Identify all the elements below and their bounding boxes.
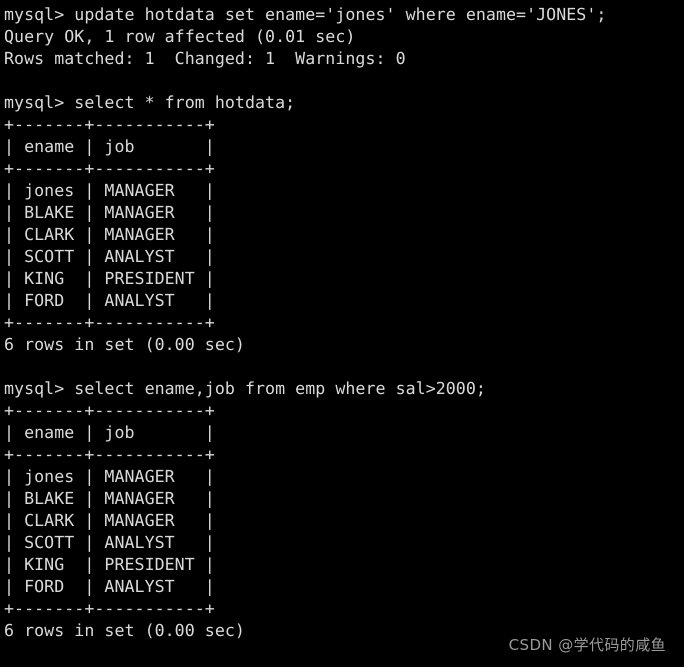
terminal-line: | CLARK | MANAGER | [4, 225, 215, 244]
terminal-line: | jones | MANAGER | [4, 467, 215, 486]
terminal-line: | KING | PRESIDENT | [4, 269, 215, 288]
terminal-line: | ename | job | [4, 137, 215, 156]
terminal-line: | BLAKE | MANAGER | [4, 203, 215, 222]
terminal-line: 6 rows in set (0.00 sec) [4, 335, 245, 354]
terminal-line: +-------+-----------+ [4, 599, 215, 618]
csdn-watermark: CSDN @学代码的咸鱼 [508, 636, 666, 654]
terminal-line: mysql> select ename,job from emp where s… [4, 379, 486, 398]
terminal-line: | jones | MANAGER | [4, 181, 215, 200]
terminal-line: Query OK, 1 row affected (0.01 sec) [4, 27, 356, 46]
terminal-line: | CLARK | MANAGER | [4, 511, 215, 530]
terminal-output[interactable]: mysql> update hotdata set ename='jones' … [0, 0, 684, 667]
terminal-line: | ename | job | [4, 423, 215, 442]
terminal-line: mysql> select * from hotdata; [4, 93, 296, 112]
terminal-line: +-------+-----------+ [4, 313, 215, 332]
terminal-line: | BLAKE | MANAGER | [4, 489, 215, 508]
terminal-line: +-------+-----------+ [4, 445, 215, 464]
terminal-line: | SCOTT | ANALYST | [4, 247, 215, 266]
terminal-line: +-------+-----------+ [4, 115, 215, 134]
terminal-line: +-------+-----------+ [4, 401, 215, 420]
terminal-line: | SCOTT | ANALYST | [4, 533, 215, 552]
terminal-line: mysql> update hotdata set ename='jones' … [4, 5, 607, 24]
terminal-line: Rows matched: 1 Changed: 1 Warnings: 0 [4, 49, 406, 68]
terminal-line: | KING | PRESIDENT | [4, 555, 215, 574]
terminal-line: | FORD | ANALYST | [4, 291, 215, 310]
terminal-line: | FORD | ANALYST | [4, 577, 215, 596]
terminal-line: +-------+-----------+ [4, 159, 215, 178]
